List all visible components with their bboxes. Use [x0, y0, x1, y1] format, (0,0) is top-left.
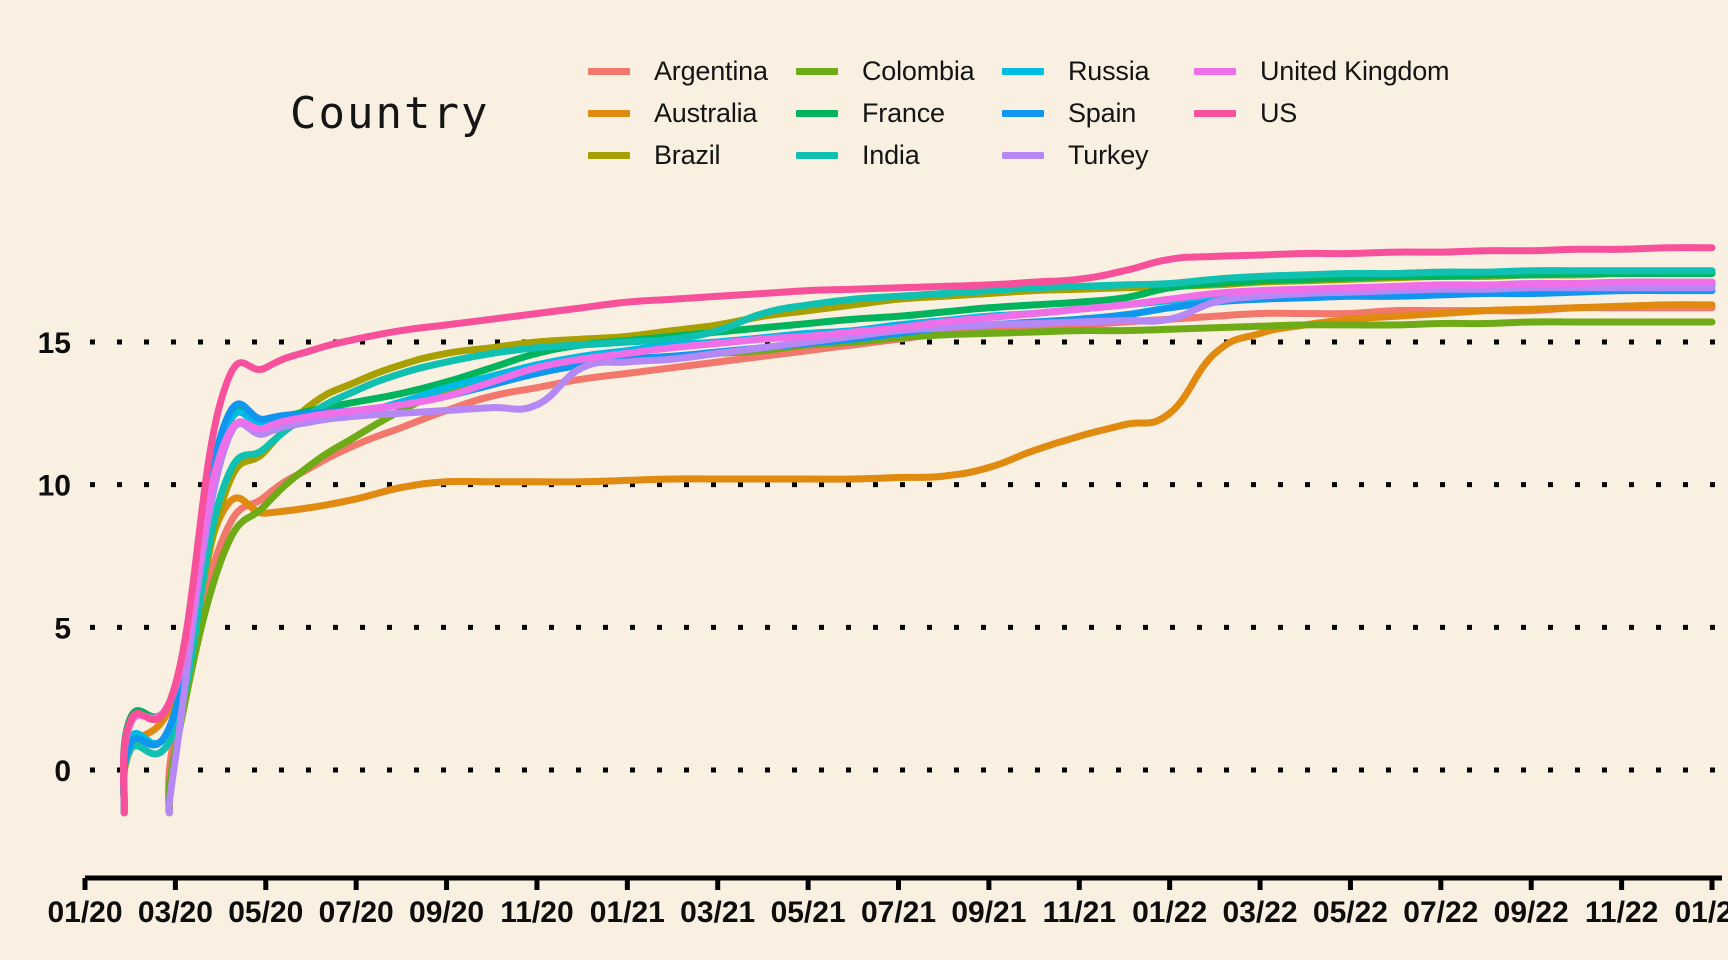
- y-tick-label: 5: [54, 612, 71, 645]
- series-line-india: [119, 267, 1716, 817]
- y-tick-label: 0: [54, 755, 71, 788]
- series-line-france: [119, 269, 1716, 817]
- x-tick-label: 01/23: [1674, 896, 1728, 929]
- series-line-argentina: [165, 303, 1716, 817]
- series-line-spain: [119, 286, 1716, 817]
- series-line-united-kingdom: [119, 278, 1716, 817]
- series-line-russia: [119, 281, 1716, 817]
- x-tick-label: 05/20: [228, 896, 303, 929]
- x-tick-label: 01/20: [47, 896, 122, 929]
- series-lines: [119, 244, 1716, 817]
- y-tick-label: 10: [38, 470, 71, 503]
- x-tick-label: 07/21: [861, 896, 936, 929]
- x-tick-label: 11/22: [1585, 896, 1658, 929]
- x-tick-label: 09/21: [951, 896, 1026, 929]
- y-axis: 0 5 10 15: [38, 327, 71, 788]
- x-tick-label: 07/20: [319, 896, 394, 929]
- series-line-brazil: [165, 269, 1716, 817]
- x-tick-label: 03/21: [680, 896, 755, 929]
- line-chart: Country Argentina Australia Brazil Colombia…: [0, 0, 1728, 960]
- x-tick-label: 09/22: [1494, 896, 1569, 929]
- x-tick-label: 05/22: [1313, 896, 1388, 929]
- x-tick-label: 03/20: [138, 896, 213, 929]
- x-tick-label: 11/21: [1043, 896, 1116, 929]
- x-tick-label: 01/22: [1132, 896, 1207, 929]
- x-tick-label: 07/22: [1403, 896, 1478, 929]
- x-tick-label: 03/22: [1223, 896, 1298, 929]
- x-axis: 01/20 03/20 05/20 07/20 09/20 11/20 01/21 03/21…: [47, 875, 1728, 929]
- plot-area: 051015 01/20 03/20 05/20 07/20 09/20 11/20 01/…: [38, 244, 1728, 929]
- x-tick-label: 09/20: [409, 896, 484, 929]
- y-tick-label: 15: [38, 327, 71, 360]
- x-tick-label: 01/21: [590, 896, 665, 929]
- x-tick-label: 11/20: [500, 896, 573, 929]
- x-tick-label: 05/21: [771, 896, 846, 929]
